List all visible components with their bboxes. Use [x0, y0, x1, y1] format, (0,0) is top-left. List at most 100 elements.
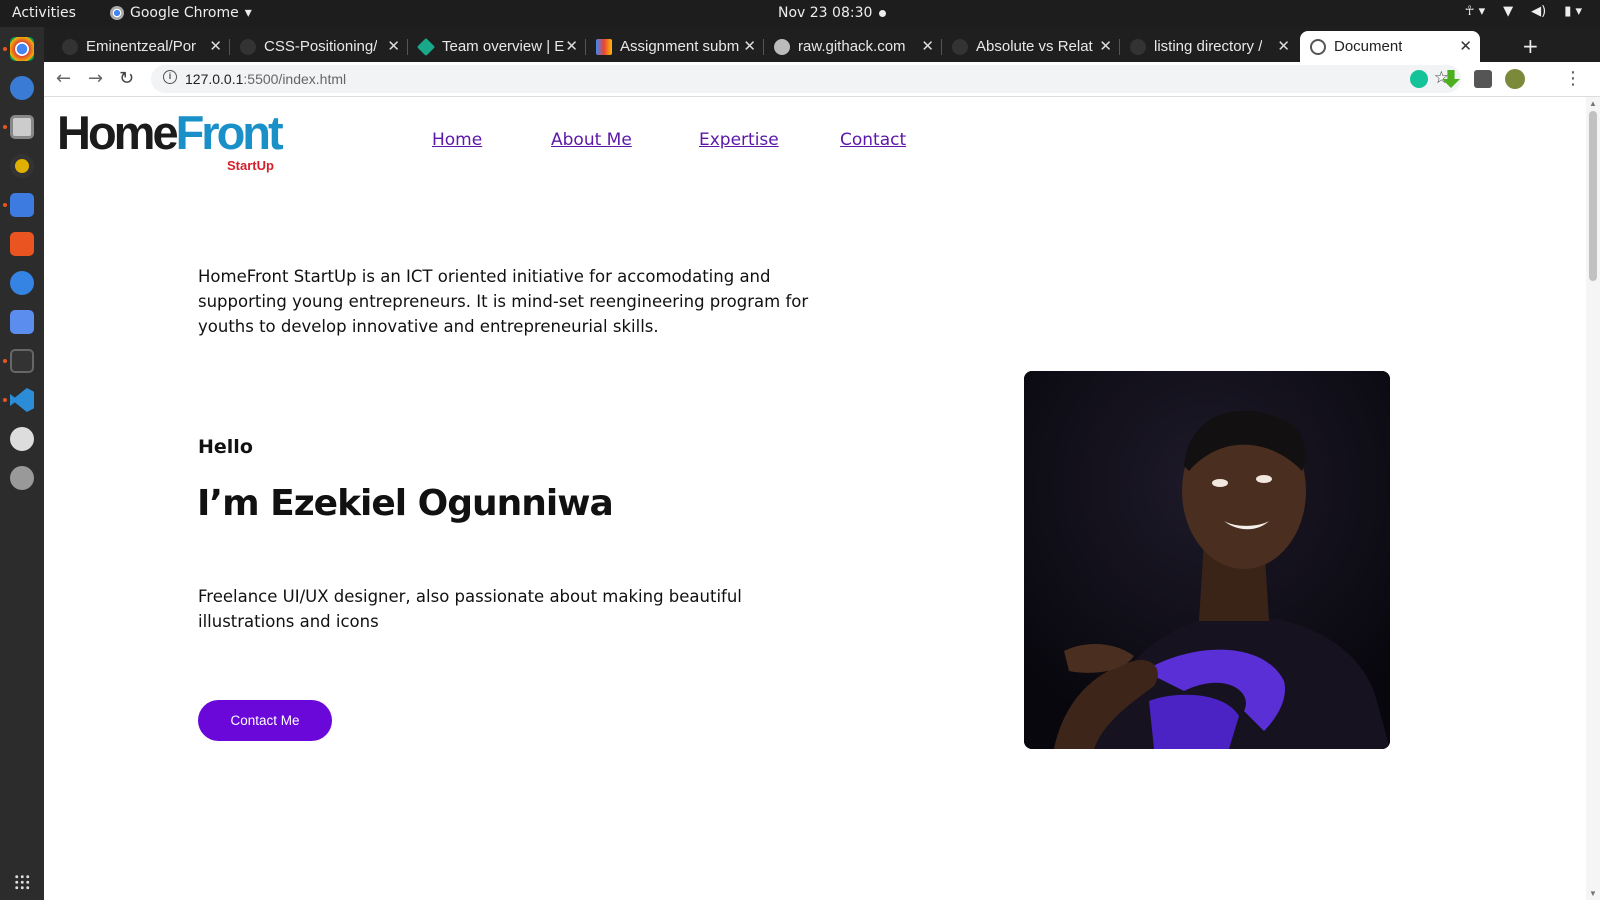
nav-contact[interactable]: Contact [840, 130, 906, 150]
system-tray[interactable]: ☥ ▾ ▼ ◀) ▮ ▾ [1465, 4, 1582, 19]
show-apps-icon[interactable] [14, 874, 30, 890]
scroll-up-icon[interactable]: ▲ [1589, 99, 1597, 108]
address-bar[interactable]: i 127.0.0.1:5500/index.html ☆ [151, 65, 1461, 93]
running-indicator [3, 203, 7, 207]
tab-title: Document [1334, 38, 1403, 55]
drive-icon[interactable] [10, 466, 34, 490]
githack-icon [774, 38, 790, 55]
grammarly-icon[interactable] [1410, 70, 1428, 88]
tab-title: raw.githack.com [798, 38, 906, 55]
accessibility-icon[interactable]: ☥ ▾ [1465, 4, 1485, 19]
tab-7[interactable]: listing directory / ✕ [1120, 31, 1298, 62]
url-path: :5500/index.html [243, 71, 347, 87]
close-tab-icon[interactable]: ✕ [921, 37, 934, 55]
tab-6[interactable]: Absolute vs Relat ✕ [942, 31, 1120, 62]
nav-about-me[interactable]: About Me [551, 130, 632, 150]
vertical-scrollbar[interactable]: ▲ ▼ [1586, 97, 1600, 900]
software-center-icon[interactable] [10, 232, 34, 256]
notification-dot [879, 10, 886, 17]
github-icon [62, 38, 78, 55]
team-icon [416, 37, 436, 56]
app-menu-label: Google Chrome [130, 5, 239, 21]
logo-front: Front [175, 106, 284, 159]
site-info-icon[interactable]: i [163, 70, 177, 84]
close-tab-icon[interactable]: ✕ [387, 37, 400, 55]
scroll-down-icon[interactable]: ▼ [1589, 889, 1597, 898]
tab-active[interactable]: Document ✕ [1300, 31, 1480, 62]
tab-strip: Eminentzeal/Por ✕ CSS-Positioning/ ✕ Tea… [44, 27, 1600, 62]
contact-me-button[interactable]: Contact Me [198, 700, 332, 741]
browser-toolbar: ← → ↻ i 127.0.0.1:5500/index.html ☆ ⋮ [44, 62, 1600, 97]
screenshot-icon[interactable] [10, 310, 34, 334]
logo-wordmark: HomeFront [57, 105, 284, 160]
chrome-icon [110, 6, 124, 20]
terminal-icon[interactable] [10, 349, 34, 373]
reload-button[interactable]: ↻ [119, 68, 134, 89]
gmail-icon [596, 38, 612, 55]
volume-icon[interactable]: ◀) [1531, 4, 1546, 19]
tab-title: listing directory / [1154, 38, 1263, 55]
chrome-dock-icon[interactable] [10, 37, 34, 61]
hero-description: Freelance UI/UX designer, also passionat… [198, 587, 742, 631]
running-indicator [3, 47, 7, 51]
portrait-illustration [1024, 371, 1390, 749]
close-tab-icon[interactable]: ✕ [1277, 37, 1290, 55]
disc-icon[interactable] [10, 427, 34, 451]
battery-icon[interactable]: ▮ ▾ [1564, 4, 1582, 19]
close-tab-icon[interactable]: ✕ [1099, 37, 1112, 55]
extensions-puzzle-icon[interactable] [1474, 70, 1492, 88]
help-icon[interactable] [10, 271, 34, 295]
github-icon [240, 38, 256, 55]
nav-expertise[interactable]: Expertise [699, 130, 779, 150]
tab-title: Team overview | E [442, 38, 565, 55]
bookmark-star-icon[interactable]: ☆ [1434, 68, 1449, 88]
dock [0, 27, 44, 900]
files-icon[interactable] [10, 115, 34, 139]
tab-title: Assignment subm [620, 38, 740, 55]
close-tab-icon[interactable]: ✕ [743, 37, 756, 55]
globe-icon [1310, 38, 1326, 55]
wifi-icon[interactable]: ▼ [1503, 4, 1513, 19]
back-button[interactable]: ← [56, 68, 71, 89]
tab-1[interactable]: Eminentzeal/Por ✕ [52, 31, 230, 62]
forward-button[interactable]: → [88, 68, 103, 89]
activities-button[interactable]: Activities [12, 5, 76, 21]
close-tab-icon[interactable]: ✕ [209, 37, 222, 55]
close-tab-icon[interactable]: ✕ [1459, 37, 1472, 55]
url-text[interactable]: 127.0.0.1:5500/index.html [185, 71, 346, 87]
running-indicator [3, 398, 7, 402]
tab-2[interactable]: CSS-Positioning/ ✕ [230, 31, 408, 62]
system-top-bar: Activities Google Chrome ▾ Nov 23 08:30 … [0, 0, 1600, 27]
caret-down-icon: ▾ [244, 5, 252, 21]
app-menu[interactable]: Google Chrome ▾ [110, 5, 252, 21]
hero-name: I’m Ezekiel Ogunniwa [197, 483, 614, 524]
vscode-icon[interactable] [10, 388, 34, 412]
tab-title: CSS-Positioning/ [264, 38, 378, 55]
portrait-photo [1024, 371, 1390, 749]
nav-home[interactable]: Home [432, 130, 482, 150]
tab-5[interactable]: raw.githack.com ✕ [764, 31, 942, 62]
tab-title: Absolute vs Relat [976, 38, 1093, 55]
intro-paragraph: HomeFront StartUp is an ICT oriented ini… [198, 267, 809, 336]
chrome-menu-icon[interactable]: ⋮ [1564, 68, 1582, 89]
url-host: 127.0.0.1 [185, 71, 244, 87]
rhythmbox-icon[interactable] [10, 154, 34, 178]
profile-avatar[interactable] [1505, 69, 1525, 89]
running-indicator [3, 359, 7, 363]
close-tab-icon[interactable]: ✕ [565, 37, 578, 55]
clock[interactable]: Nov 23 08:30 [778, 5, 872, 21]
running-indicator [3, 125, 7, 129]
logo-home: Home [57, 106, 179, 159]
scrollbar-thumb[interactable] [1589, 111, 1597, 281]
logo-startup: StartUp [227, 158, 274, 173]
tab-title: Eminentzeal/Por [86, 38, 197, 55]
globe-icon [1130, 38, 1146, 55]
thunderbird-icon[interactable] [10, 76, 34, 100]
page-viewport: HomeFront StartUp Home About Me Expertis… [44, 97, 1600, 900]
new-tab-button[interactable]: + [1522, 34, 1539, 58]
tab-4[interactable]: Assignment subm ✕ [586, 31, 764, 62]
greeting: Hello [198, 436, 253, 458]
homefront-logo[interactable]: HomeFront StartUp [57, 105, 287, 175]
writer-icon[interactable] [10, 193, 34, 217]
tab-3[interactable]: Team overview | E ✕ [408, 31, 586, 62]
